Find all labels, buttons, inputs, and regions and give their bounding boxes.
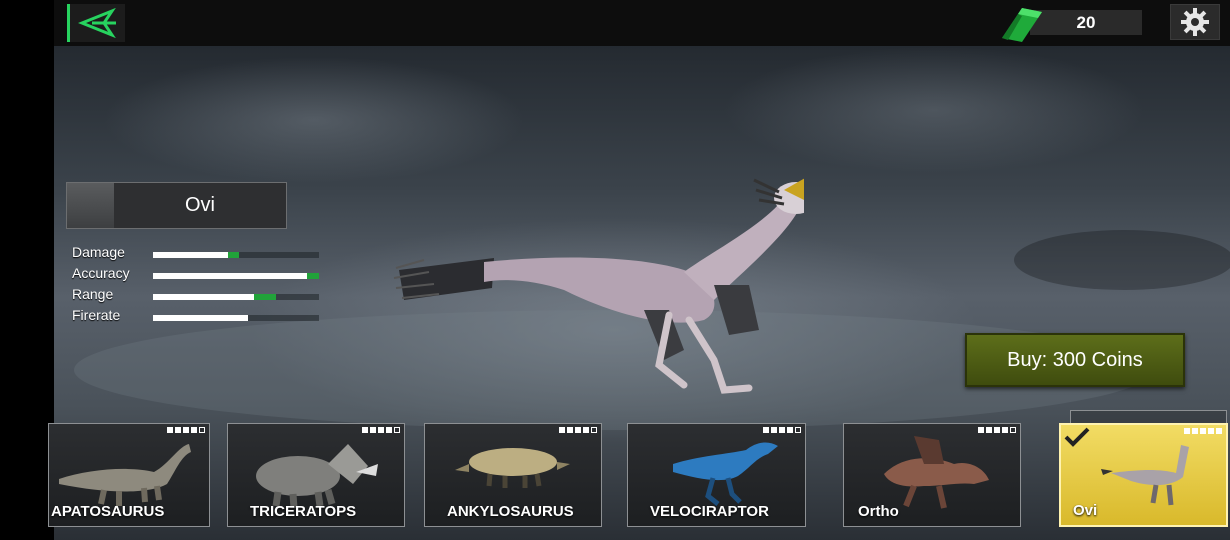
star-filled-icon: [386, 427, 392, 433]
star-filled-icon: [191, 427, 197, 433]
stat-bar: [153, 294, 319, 300]
stat-label: Accuracy: [72, 265, 130, 281]
buy-button[interactable]: Buy: 300 Coins: [965, 333, 1185, 387]
back-button[interactable]: [67, 4, 125, 42]
stat-accuracy: Accuracy: [72, 265, 322, 286]
stats-panel: Damage Accuracy Range Firerate: [72, 244, 322, 328]
stat-fill: [153, 273, 308, 279]
star-filled-icon: [583, 427, 589, 433]
ovi-dinosaur-model: [393, 178, 804, 394]
star-filled-icon: [1208, 428, 1214, 434]
star-filled-icon: [559, 427, 565, 433]
star-filled-icon: [787, 427, 793, 433]
star-filled-icon: [567, 427, 573, 433]
star-filled-icon: [175, 427, 181, 433]
back-arrow-icon: [77, 8, 116, 38]
stat-bar: [153, 273, 319, 279]
dino-card-triceratops[interactable]: TRICERATOPS: [227, 423, 405, 527]
dino-card-apatosaurus[interactable]: APATOSAURUS: [48, 423, 210, 527]
star-empty-icon: [199, 427, 205, 433]
stat-bar: [153, 252, 319, 258]
star-filled-icon: [978, 427, 984, 433]
star-empty-icon: [1010, 427, 1016, 433]
star-rating: [763, 427, 801, 433]
stat-bonus: [254, 294, 276, 300]
star-filled-icon: [378, 427, 384, 433]
star-empty-icon: [591, 427, 597, 433]
stat-bonus: [227, 252, 240, 258]
dino-card-velociraptor[interactable]: VELOCIRAPTOR: [627, 423, 806, 527]
star-empty-icon: [795, 427, 801, 433]
card-frame-edge: [1070, 410, 1227, 424]
green-gem-icon: [1002, 8, 1042, 42]
coin-counter: 20: [1000, 4, 1142, 42]
stat-fill: [153, 315, 248, 321]
star-filled-icon: [1192, 428, 1198, 434]
star-filled-icon: [1184, 428, 1190, 434]
gear-icon: [1181, 8, 1209, 36]
left-edge-bar: [0, 0, 54, 540]
star-rating: [978, 427, 1016, 433]
star-filled-icon: [994, 427, 1000, 433]
stat-fill: [153, 252, 228, 258]
star-filled-icon: [779, 427, 785, 433]
star-filled-icon: [183, 427, 189, 433]
dino-name-box: Ovi: [66, 182, 287, 229]
stat-label: Firerate: [72, 307, 121, 323]
star-filled-icon: [771, 427, 777, 433]
star-rating: [1184, 428, 1222, 434]
star-rating: [559, 427, 597, 433]
stat-label: Range: [72, 286, 114, 302]
star-filled-icon: [986, 427, 992, 433]
dino-name: Ovi: [185, 194, 215, 216]
stat-bonus: [307, 273, 319, 279]
card-name: ANKYLOSAURUS: [447, 503, 574, 520]
stat-range: Range: [72, 286, 322, 307]
star-rating: [167, 427, 205, 433]
star-filled-icon: [1216, 428, 1222, 434]
card-name: Ovi: [1073, 502, 1098, 519]
dino-card-ankylosaurus[interactable]: ANKYLOSAURUS: [424, 423, 602, 527]
card-name: VELOCIRAPTOR: [650, 503, 769, 520]
stat-firerate: Firerate: [72, 307, 322, 328]
stat-damage: Damage: [72, 244, 322, 265]
stat-label: Damage: [72, 244, 125, 260]
dino-card-ovi[interactable]: Ovi: [1059, 423, 1228, 527]
star-filled-icon: [362, 427, 368, 433]
stat-bar: [153, 315, 319, 321]
card-name: Ortho: [858, 503, 899, 520]
star-filled-icon: [575, 427, 581, 433]
star-filled-icon: [1200, 428, 1206, 434]
dino-color-swatch: [67, 183, 114, 228]
card-name: TRICERATOPS: [250, 503, 357, 520]
coin-amount: 20: [1030, 10, 1142, 35]
card-name: APATOSAURUS: [51, 503, 165, 520]
star-filled-icon: [370, 427, 376, 433]
star-filled-icon: [167, 427, 173, 433]
star-empty-icon: [394, 427, 400, 433]
star-filled-icon: [763, 427, 769, 433]
dino-card-ortho[interactable]: Ortho: [843, 423, 1021, 527]
stat-fill: [153, 294, 255, 300]
settings-button[interactable]: [1170, 4, 1220, 40]
star-filled-icon: [1002, 427, 1008, 433]
star-rating: [362, 427, 400, 433]
